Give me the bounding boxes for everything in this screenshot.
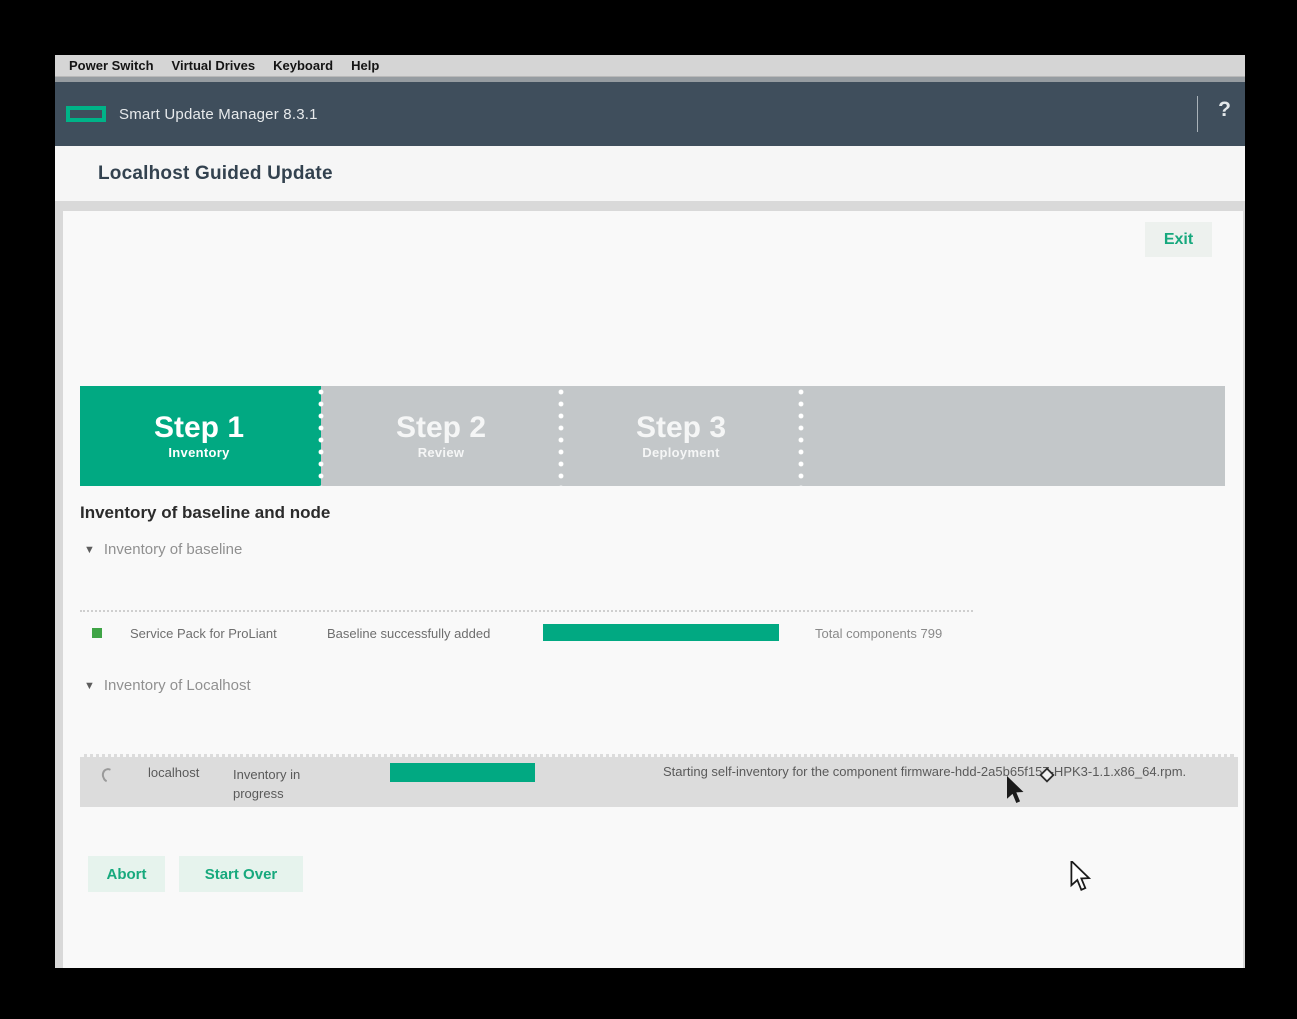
baseline-progress-bar [543,624,779,641]
baseline-name: Service Pack for ProLiant [130,626,277,641]
baseline-section-title: Inventory of baseline [103,541,243,558]
menu-power-switch[interactable]: Power Switch [60,58,163,73]
baseline-status: Baseline successfully added [327,626,491,641]
node-status: Inventory in progress [233,767,301,801]
node-progress-fill [390,763,535,782]
exit-button[interactable]: Exit [1145,222,1212,257]
header-divider [1197,96,1198,132]
menu-help[interactable]: Help [342,58,388,73]
page-title: Localhost Guided Update [98,162,333,184]
help-icon[interactable]: ? [1218,98,1231,122]
step-sublabel: Inventory [168,444,230,460]
localhost-section-toggle[interactable]: ▼ Inventory of Localhost [84,677,251,694]
step-sublabel: Deployment [642,444,720,460]
page-title-bar: Localhost Guided Update [55,146,1245,201]
node-progress-message: Starting self-inventory for the componen… [663,764,1187,779]
spinner-icon [99,766,118,785]
node-name: localhost [148,765,200,780]
app-header: Smart Update Manager 8.3.1 ? [55,82,1245,146]
section-heading: Inventory of baseline and node [80,503,331,522]
baseline-progress-fill [543,624,779,641]
step-progress-bar: Step 1 Inventory Step 2 Review Step 3 De… [80,386,1225,486]
sum-window: Power Switch Virtual Drives Keyboard Hel… [55,55,1245,968]
menu-keyboard[interactable]: Keyboard [264,58,342,73]
remote-console-screen: Power Switch Virtual Drives Keyboard Hel… [0,0,1297,1019]
localhost-row: localhost Inventory in progress Starting… [80,754,1238,807]
guided-update-card: Exit Step 1 Inventory Step 2 Review Step… [63,211,1243,968]
node-progress-bar [390,763,535,782]
start-over-button[interactable]: Start Over [179,856,303,892]
hpe-logo-icon [66,106,106,122]
status-ok-icon [92,628,102,638]
console-menu-bar: Power Switch Virtual Drives Keyboard Hel… [55,55,1245,77]
step-bar-remainder [804,386,1225,486]
step-sublabel: Review [417,444,465,460]
step-inventory[interactable]: Step 1 Inventory [80,386,318,486]
abort-button[interactable]: Abort [88,856,165,892]
step-label: Step 3 [635,410,727,444]
app-title: Smart Update Manager 8.3.1 [119,105,318,123]
baseline-section-toggle[interactable]: ▼ Inventory of baseline [84,541,242,558]
step-deployment[interactable]: Step 3 Deployment [564,386,798,486]
step-label: Step 1 [153,410,245,444]
local-cursor-icon [1070,861,1092,891]
baseline-total-components: Total components 799 [815,626,943,641]
collapse-triangle-icon: ▼ [84,679,95,692]
step-label: Step 2 [395,410,487,444]
collapse-triangle-icon: ▼ [84,543,95,556]
baseline-row: Service Pack for ProLiant Baseline succe… [80,618,1225,656]
menu-virtual-drives[interactable]: Virtual Drives [163,58,265,73]
step-review[interactable]: Step 2 Review [324,386,558,486]
content-wrapper: Exit Step 1 Inventory Step 2 Review Step… [55,201,1245,968]
dotted-separator [80,610,973,612]
localhost-section-title: Inventory of Localhost [103,677,251,694]
